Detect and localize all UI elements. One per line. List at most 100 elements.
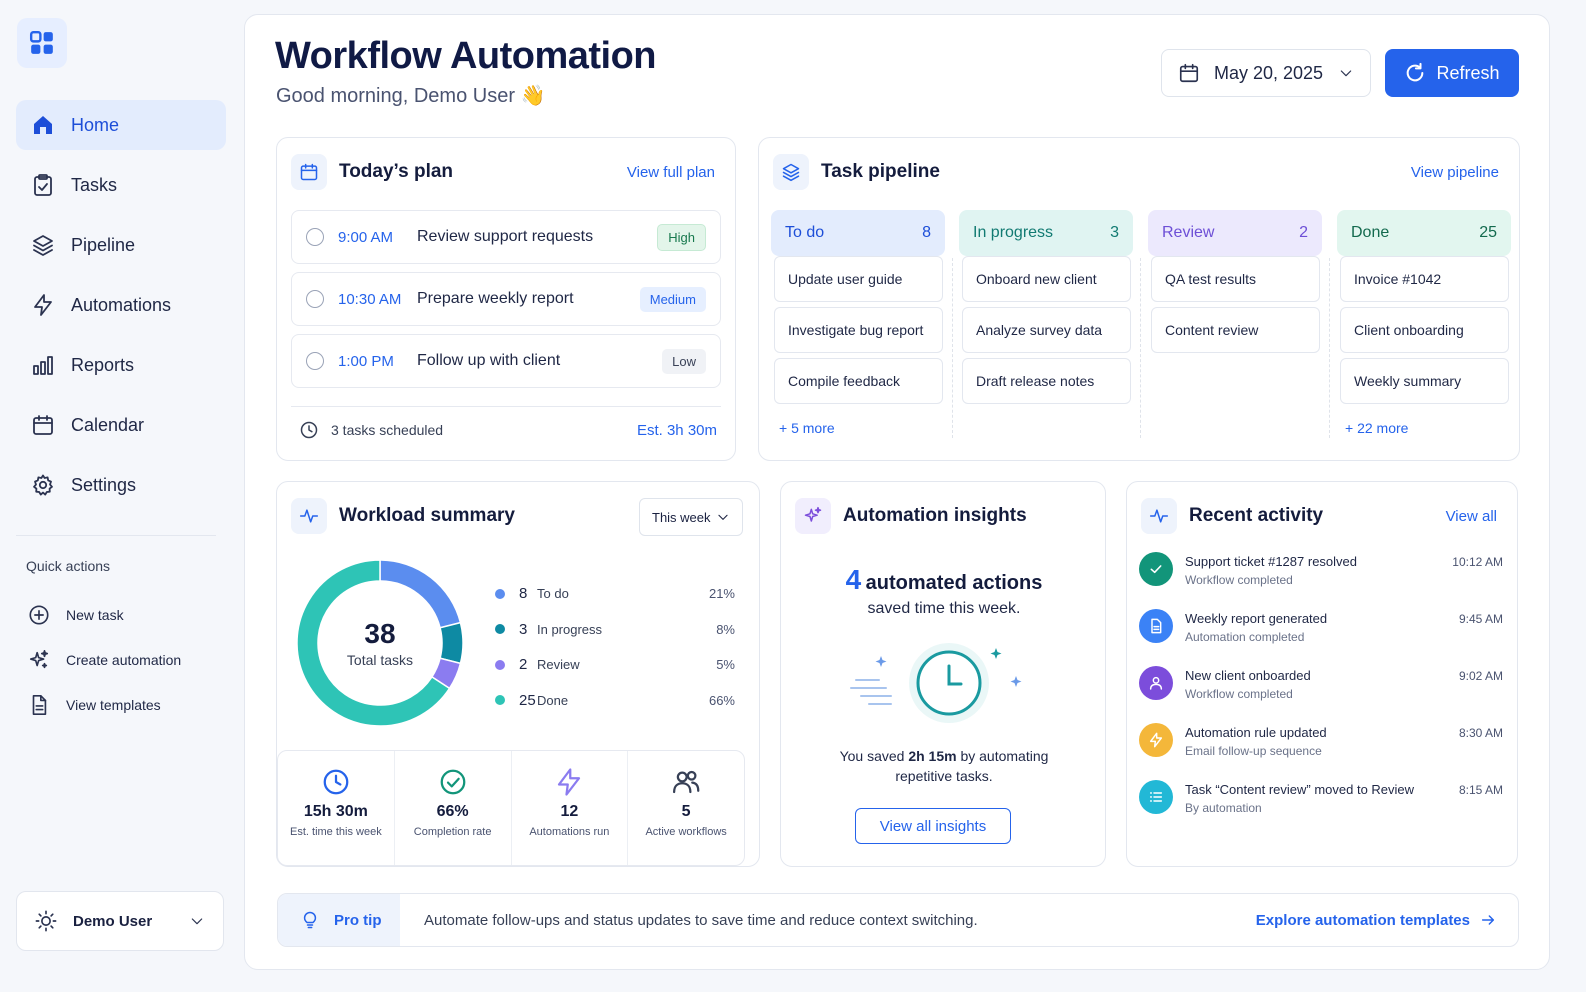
- plan-time: 9:00 AM: [338, 228, 394, 246]
- nav-label: Automations: [71, 294, 172, 315]
- card-icon: [1141, 498, 1177, 534]
- plan-item[interactable]: 1:00 PM Follow up with client Low: [291, 334, 721, 388]
- pipeline-card[interactable]: Invoice #1042: [1340, 256, 1509, 302]
- view-pipeline-link[interactable]: View pipeline: [1411, 164, 1499, 181]
- time-saved-text: You saved 2h 15m by automating repetitiv…: [821, 746, 1067, 786]
- plan-item[interactable]: 10:30 AM Prepare weekly report Medium: [291, 272, 721, 326]
- activity-subtitle: By automation: [1185, 801, 1262, 815]
- show-more-link[interactable]: + 22 more: [1345, 420, 1511, 436]
- pipeline-card[interactable]: QA test results: [1151, 256, 1320, 302]
- card-icon: [773, 154, 809, 190]
- pipeline-card[interactable]: Weekly summary: [1340, 358, 1509, 404]
- nav-item-settings[interactable]: Settings: [16, 460, 226, 510]
- total-tasks-label: Total tasks: [346, 652, 414, 668]
- column-header[interactable]: Review 2: [1148, 210, 1322, 256]
- workload-stats: 15h 30m Est. time this week 66% Completi…: [277, 750, 745, 866]
- nav-item-home[interactable]: Home: [16, 100, 226, 150]
- column-header[interactable]: Done 25: [1337, 210, 1511, 256]
- view-all-insights-button[interactable]: View all insights: [855, 808, 1011, 844]
- priority-badge: Medium: [639, 286, 706, 312]
- clock-icon: [300, 421, 318, 439]
- nav-item-pipeline[interactable]: Pipeline: [16, 220, 226, 270]
- pipeline-column-done: Done 25 Invoice #1042 Client onboarding …: [1337, 210, 1511, 436]
- legend-dot: [495, 695, 505, 706]
- legend-dot: [495, 588, 505, 599]
- pipeline-card[interactable]: Content review: [1151, 307, 1320, 353]
- clipboard-check-icon: [34, 174, 52, 196]
- nav-item-automations[interactable]: Automations: [16, 280, 226, 330]
- activity-subtitle: Automation completed: [1185, 630, 1305, 644]
- automated-actions-label: automated actions: [865, 572, 1043, 594]
- plan-time: 1:00 PM: [338, 352, 394, 370]
- legend-count: 2: [519, 656, 528, 674]
- pipeline-column-review: Review 2 QA test results Content review: [1148, 210, 1322, 353]
- app-logo[interactable]: [17, 18, 67, 68]
- pro-tip-label: Pro tip: [278, 894, 400, 946]
- lightning-icon: [1149, 732, 1163, 748]
- legend-item: 25 Done 66%: [495, 683, 735, 719]
- stat-value: 15h 30m: [303, 803, 368, 820]
- pipeline-card[interactable]: Onboard new client: [962, 256, 1131, 302]
- pipeline-card[interactable]: Analyze survey data: [962, 307, 1131, 353]
- range-select[interactable]: This week: [639, 498, 743, 536]
- user-menu[interactable]: Demo User: [16, 891, 224, 951]
- date-picker[interactable]: May 20, 2025: [1161, 49, 1371, 97]
- card-icon: [291, 154, 327, 190]
- refresh-button[interactable]: Refresh: [1385, 49, 1519, 97]
- pipeline-card[interactable]: Draft release notes: [962, 358, 1131, 404]
- quick-actions-title: Quick actions: [26, 558, 111, 574]
- nav-item-calendar[interactable]: Calendar: [16, 400, 226, 450]
- document-icon: [32, 694, 47, 715]
- activity-item[interactable]: Weekly report generated Automation compl…: [1139, 609, 1503, 666]
- stat-value: 12: [560, 803, 579, 820]
- quick-action-label: New task: [66, 606, 124, 623]
- activity-body: Weekly report generated Automation compl…: [1185, 609, 1459, 666]
- todays-plan-card: Today’s plan View full plan 9:00 AM Revi…: [276, 137, 736, 461]
- pipeline-card[interactable]: Update user guide: [774, 256, 943, 302]
- column-header[interactable]: To do 8: [771, 210, 945, 256]
- activity-icon-badge: [1139, 552, 1173, 586]
- stat-value: 66%: [436, 803, 469, 820]
- quick-action-create-automation[interactable]: Create automation: [28, 637, 181, 682]
- activity-item[interactable]: Automation rule updated Email follow-up …: [1139, 723, 1503, 780]
- list-icon: [1149, 792, 1163, 802]
- task-checkbox[interactable]: [306, 228, 324, 246]
- activity-item[interactable]: Support ticket #1287 resolved Workflow c…: [1139, 552, 1503, 609]
- activity-item[interactable]: Task “Content review” moved to Review By…: [1139, 780, 1503, 837]
- legend-item: 3 In progress 8%: [495, 612, 735, 648]
- task-checkbox[interactable]: [306, 352, 324, 370]
- activity-time: 9:02 AM: [1458, 669, 1503, 683]
- legend-label: To do: [537, 586, 569, 602]
- lightbulb-icon: [303, 911, 317, 929]
- column-header[interactable]: In progress 3: [959, 210, 1133, 256]
- view-all-activity-link[interactable]: View all: [1446, 508, 1497, 525]
- nav-item-tasks[interactable]: Tasks: [16, 160, 226, 210]
- activity-icon: [299, 509, 319, 523]
- calendar-icon: [1179, 63, 1199, 83]
- nav-item-reports[interactable]: Reports: [16, 340, 226, 390]
- plus-circle-icon: [29, 604, 49, 625]
- main-nav: Home Tasks Pipeline Automations Reports …: [16, 100, 226, 520]
- activity-item[interactable]: New client onboarded Workflow completed …: [1139, 666, 1503, 723]
- activity-icon: [1149, 509, 1169, 523]
- task-checkbox[interactable]: [306, 290, 324, 308]
- legend-percent: 66%: [708, 692, 735, 708]
- pro-tip-banner: Pro tip Automate follow-ups and status u…: [277, 893, 1519, 947]
- explore-templates-link[interactable]: Explore automation templates: [1256, 912, 1518, 929]
- pipeline-card[interactable]: Investigate bug report: [774, 307, 943, 353]
- plan-item[interactable]: 9:00 AM Review support requests High: [291, 210, 721, 264]
- pipeline-card[interactable]: Compile feedback: [774, 358, 943, 404]
- activity-icon-badge: [1139, 666, 1173, 700]
- task-pipeline-card: Task pipeline View pipeline To do 8 Upda…: [758, 137, 1520, 461]
- card-header: Today’s plan: [291, 154, 453, 190]
- quick-action-view-templates[interactable]: View templates: [28, 682, 181, 727]
- divider: [291, 406, 721, 407]
- show-more-link[interactable]: + 5 more: [779, 420, 945, 436]
- quick-action-new-task[interactable]: New task: [28, 592, 181, 637]
- view-full-plan-link[interactable]: View full plan: [627, 164, 715, 181]
- legend-dot: [495, 624, 505, 635]
- nav-label: Reports: [71, 354, 135, 375]
- pipeline-card[interactable]: Client onboarding: [1340, 307, 1509, 353]
- chevron-down-icon: [718, 514, 728, 520]
- legend-item: 8 To do 21%: [495, 576, 735, 612]
